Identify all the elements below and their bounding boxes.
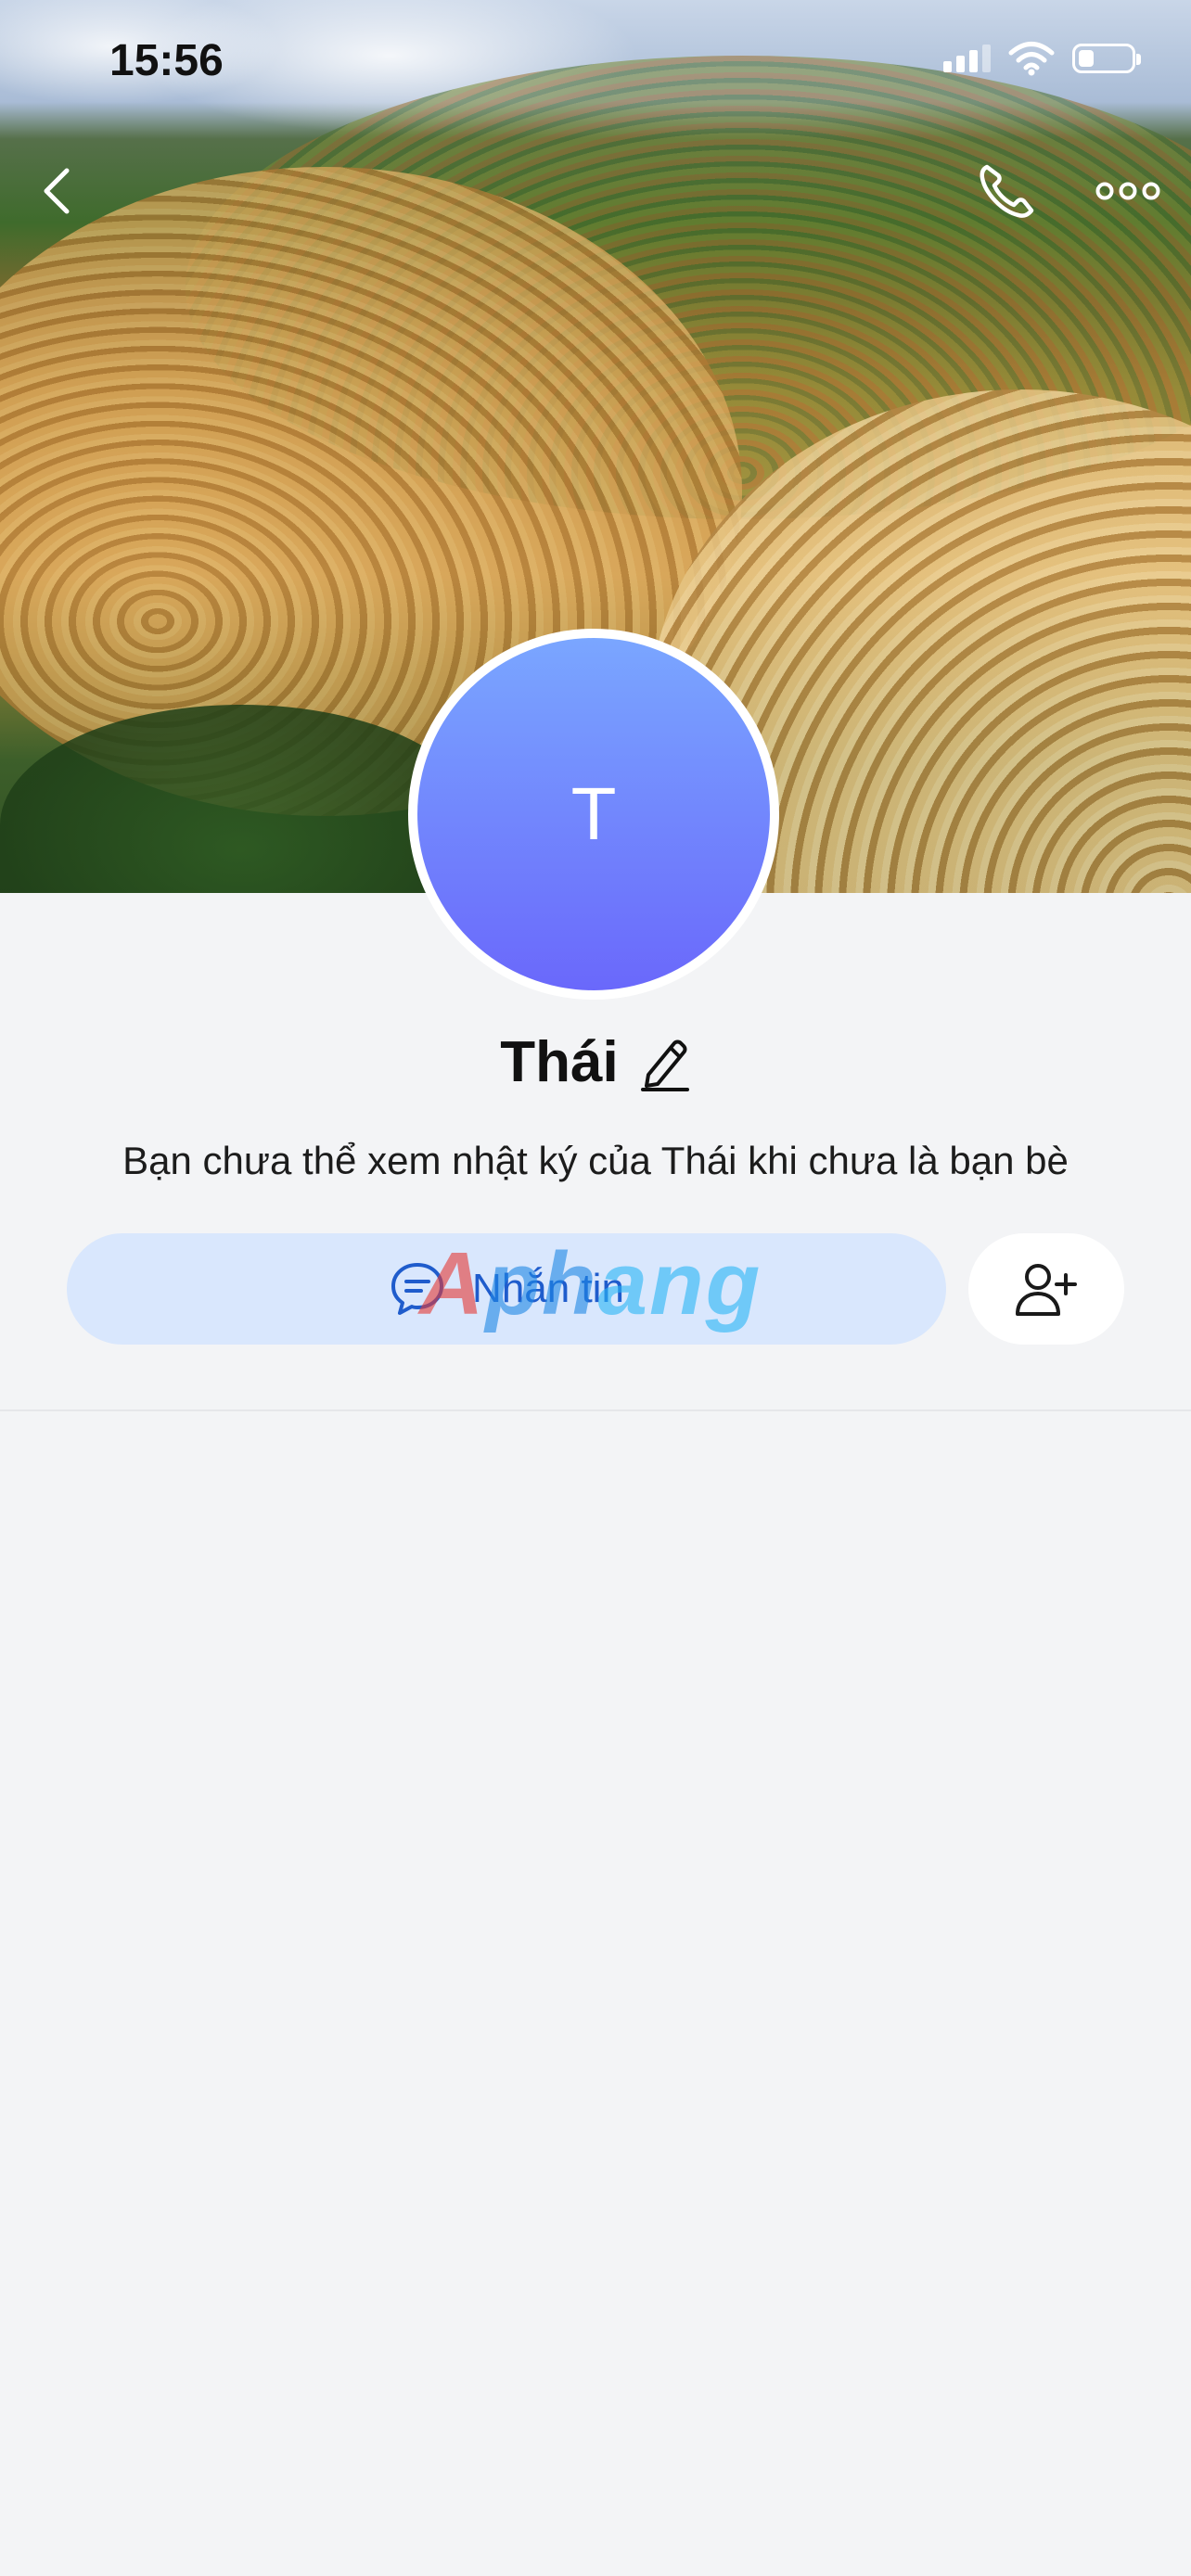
status-icons — [943, 41, 1141, 76]
chat-bubble-icon — [391, 1263, 444, 1315]
battery-icon — [1072, 44, 1141, 73]
message-button-label: Nhắn tin — [472, 1266, 624, 1311]
status-time: 15:56 — [109, 36, 224, 85]
avatar[interactable]: T — [408, 629, 779, 1000]
pencil-icon[interactable] — [639, 1034, 691, 1091]
diary-privacy-notice: Bạn chưa thể xem nhật ký của Thái khi ch… — [122, 1139, 1069, 1182]
more-horizontal-icon[interactable] — [1095, 174, 1161, 208]
phone-icon[interactable] — [974, 159, 1039, 224]
chevron-left-icon[interactable] — [33, 163, 80, 219]
add-user-icon — [1016, 1264, 1077, 1316]
avatar-initial: T — [570, 772, 617, 855]
cellular-signal-icon — [943, 45, 991, 72]
wifi-icon — [1008, 42, 1055, 76]
battery-level — [1079, 50, 1094, 67]
profile-name-row: Thái — [0, 1029, 1191, 1095]
profile-name: Thái — [500, 1030, 619, 1094]
message-button[interactable]: Nhắn tin — [67, 1233, 946, 1345]
add-friend-button[interactable] — [968, 1233, 1124, 1345]
section-divider — [0, 1409, 1191, 1411]
